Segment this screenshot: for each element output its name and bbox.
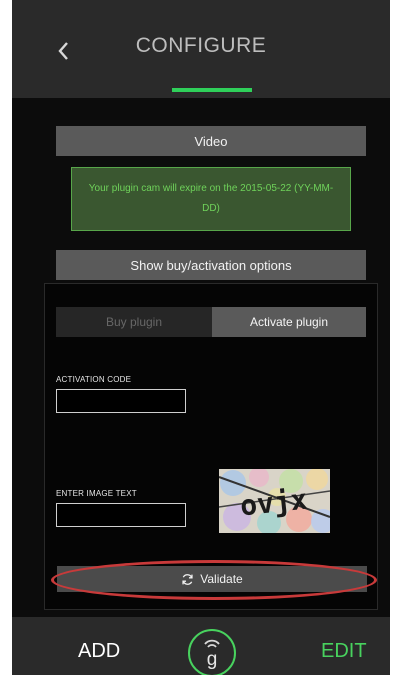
active-tab-indicator xyxy=(172,88,252,92)
captcha-text: ovjx xyxy=(238,483,309,523)
page-title: CONFIGURE xyxy=(135,34,267,57)
logo-letter: g xyxy=(207,649,218,670)
expiry-notice: Your plugin cam will expire on the 2015-… xyxy=(71,167,351,231)
edit-button[interactable]: EDIT xyxy=(321,640,367,663)
header-bar: CONFIGURE xyxy=(12,0,390,98)
expiry-notice-text: Your plugin cam will expire on the 2015-… xyxy=(88,183,334,214)
image-text-input[interactable] xyxy=(56,503,186,527)
activation-code-input[interactable] xyxy=(56,389,186,413)
activation-code-label: ACTIVATION CODE xyxy=(56,375,132,384)
image-text-label: ENTER IMAGE TEXT xyxy=(56,489,137,498)
show-buy-activation-options-button[interactable]: Show buy/activation options xyxy=(56,250,366,280)
captcha-image: ovjx xyxy=(219,469,330,533)
add-button[interactable]: ADD xyxy=(78,640,120,663)
video-button[interactable]: Video xyxy=(56,126,366,156)
refresh-icon xyxy=(182,573,193,585)
tab-activate-plugin[interactable]: Activate plugin xyxy=(212,307,366,337)
tab-buy-plugin[interactable]: Buy plugin xyxy=(56,307,212,337)
wireless-logo-icon[interactable]: g xyxy=(186,627,238,675)
phone-screen: CONFIGURE Video Your plugin cam will exp… xyxy=(12,0,390,675)
validate-button[interactable]: Validate xyxy=(57,566,367,592)
validate-label: Validate xyxy=(200,572,243,586)
